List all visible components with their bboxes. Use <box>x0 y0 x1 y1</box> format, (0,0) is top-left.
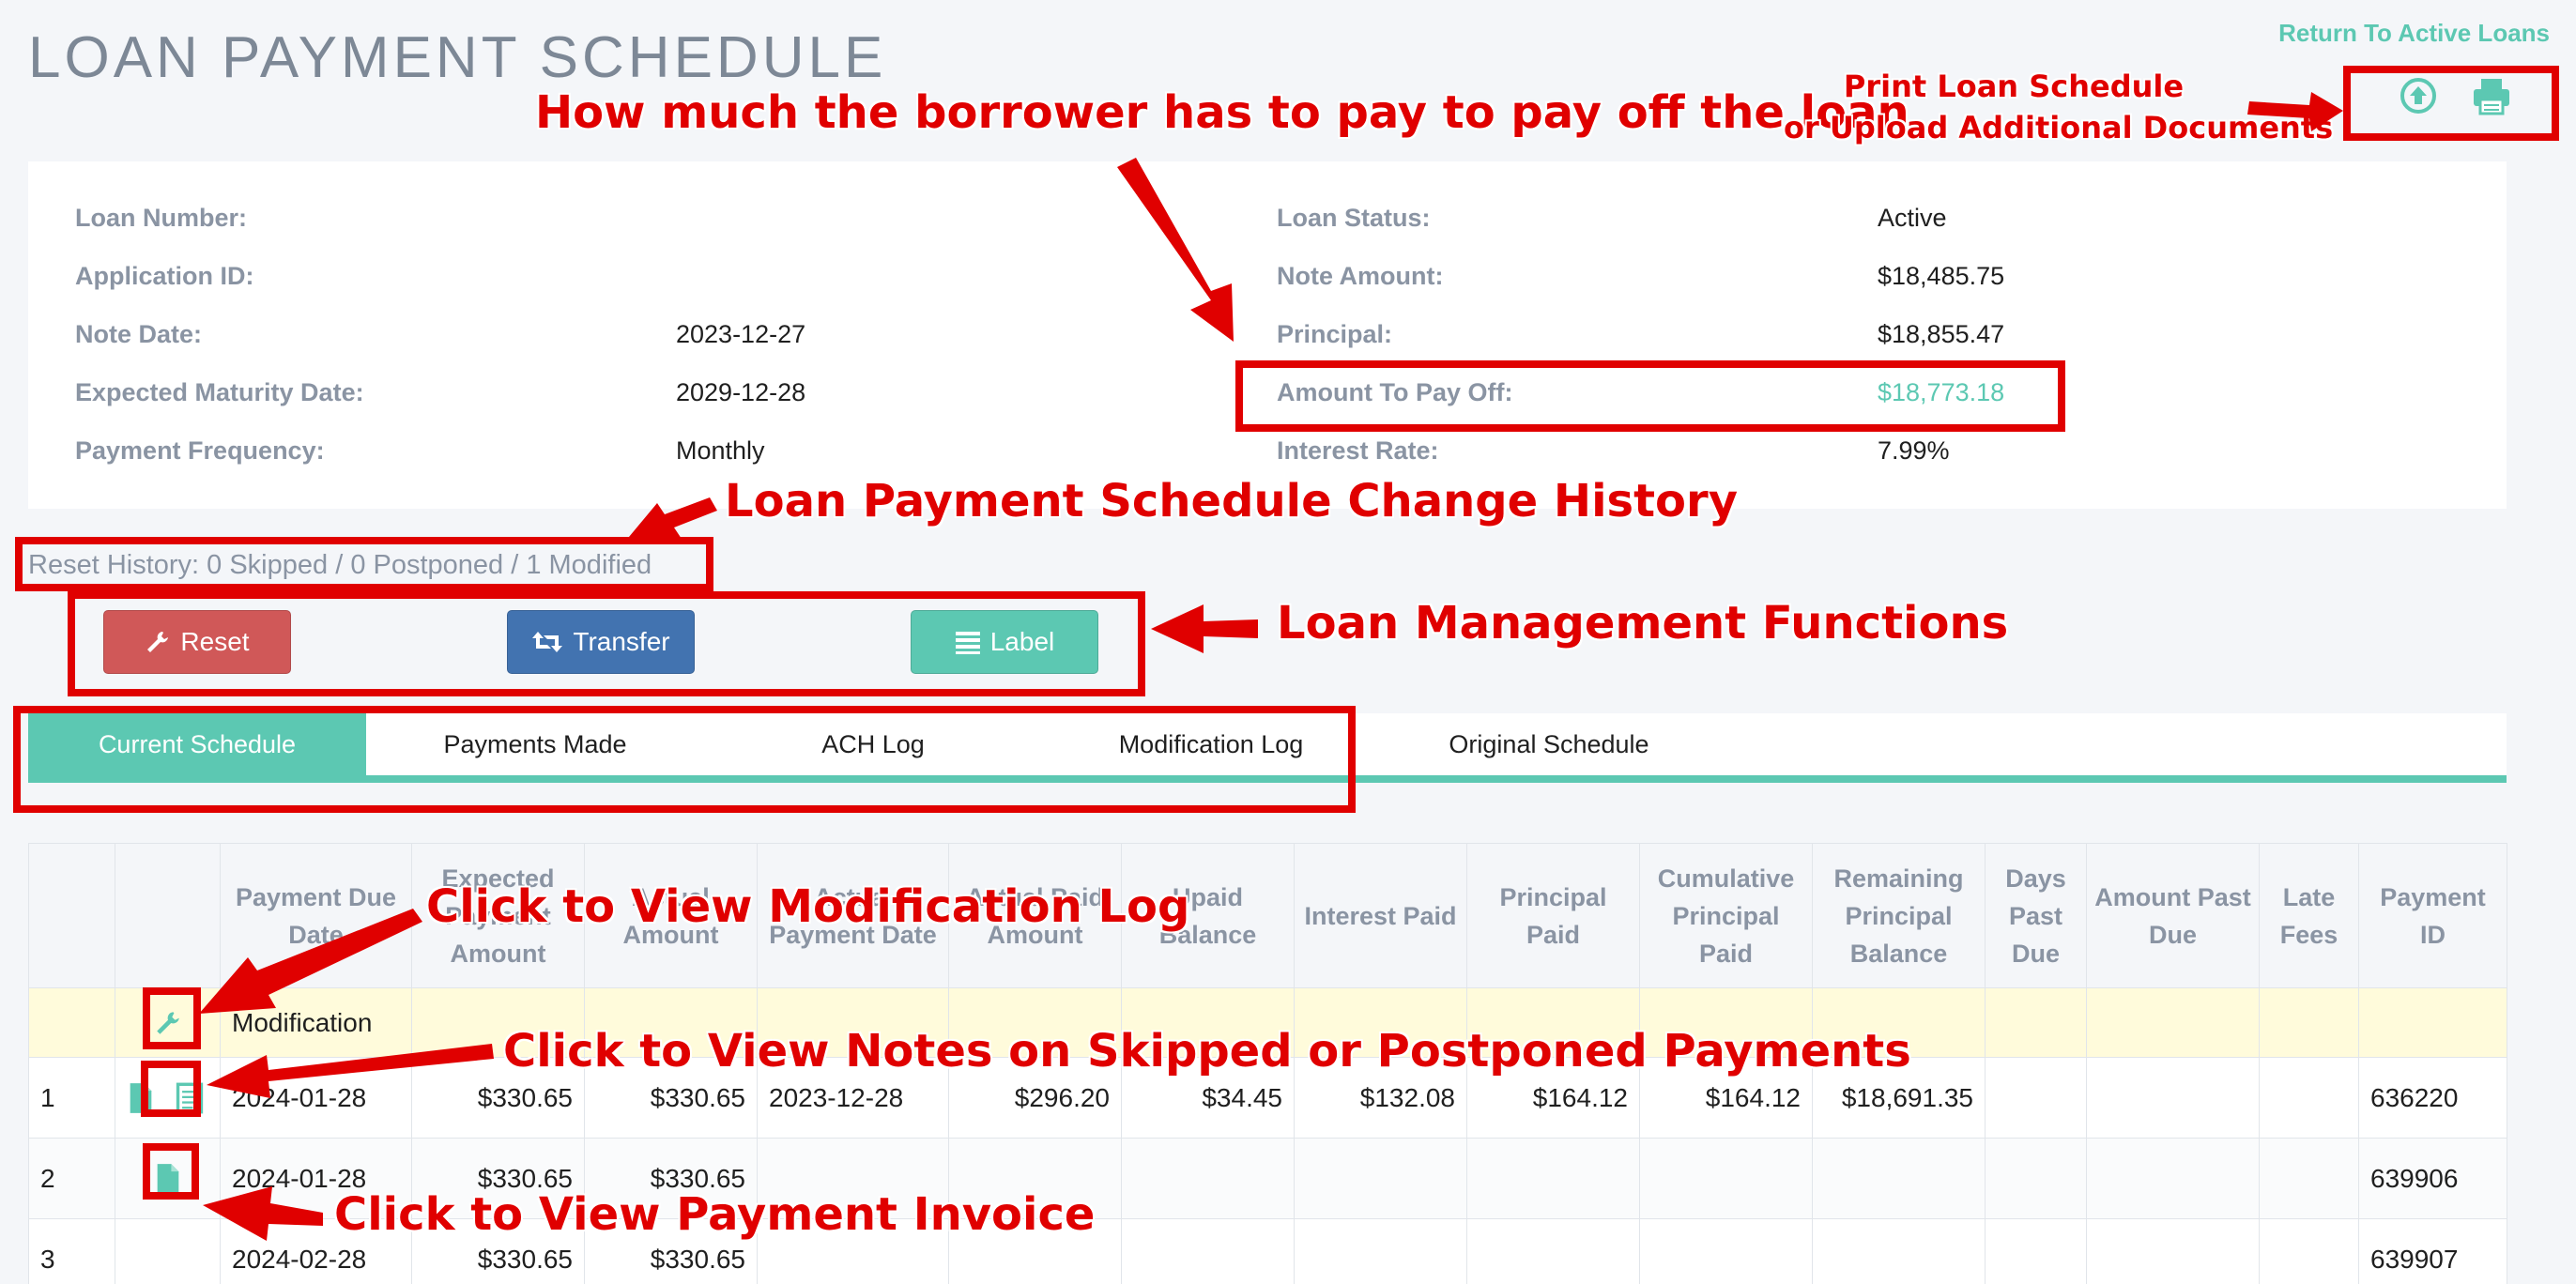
principal-paid <box>1466 1138 1640 1219</box>
schedule-tabs: Current Schedule Payments Made ACH Log M… <box>28 713 2507 783</box>
list-icon <box>955 632 980 654</box>
table-cell <box>115 1057 221 1139</box>
due-date: 2024-01-28 <box>220 1057 412 1139</box>
days-past-due <box>1985 1218 2087 1284</box>
notes-icon[interactable] <box>176 1082 204 1114</box>
document-actions <box>2354 73 2542 130</box>
col-header: Amount Past Due <box>2086 843 2260 988</box>
amount-past-due <box>2086 1057 2260 1139</box>
info-label: Interest Rate: <box>1277 436 1439 465</box>
info-label: Loan Status: <box>1277 204 1431 232</box>
amount-past-due <box>2086 1138 2260 1219</box>
info-value: Active <box>1878 204 1947 232</box>
info-value: Monthly <box>676 436 765 465</box>
document-icon[interactable] <box>127 1082 155 1114</box>
col-header: Cumulative Principal Paid <box>1639 843 1813 988</box>
interest-paid <box>1294 1218 1467 1284</box>
info-label: Note Amount: <box>1277 262 1444 290</box>
row-number: 3 <box>28 1218 115 1284</box>
arrow-management <box>1151 604 1258 653</box>
table-cell <box>115 987 221 1058</box>
table-cell <box>115 1138 221 1219</box>
annotation-mod-log: Click to View Modification Log <box>426 880 1190 933</box>
col-header: Interest Paid <box>1294 843 1467 988</box>
unpaid-balance <box>1121 1218 1295 1284</box>
transfer-button[interactable]: Transfer <box>507 610 695 674</box>
upload-circle-icon[interactable] <box>2396 73 2441 118</box>
info-value: 2029-12-28 <box>676 378 806 406</box>
payment-id: 639907 <box>2358 1218 2507 1284</box>
late-fees <box>2259 1057 2359 1139</box>
reset-button[interactable]: Reset <box>103 610 291 674</box>
row-number: 2 <box>28 1138 115 1219</box>
wrench-icon[interactable] <box>154 1007 182 1039</box>
label-button-label: Label <box>989 627 1055 656</box>
tab-original-schedule[interactable]: Original Schedule <box>1380 713 1718 775</box>
retweet-icon <box>532 632 563 652</box>
col-header: Days Past Due <box>1985 843 2087 988</box>
cumulative-principal <box>1639 1218 1813 1284</box>
late-fees <box>2259 1218 2359 1284</box>
label-button[interactable]: Label <box>911 610 1098 674</box>
table-cell <box>115 1218 221 1284</box>
info-value: $18,855.47 <box>1878 320 2005 348</box>
info-value: 7.99% <box>1878 436 1950 465</box>
payoff-amount: $18,773.18 <box>1878 378 2005 406</box>
return-to-active-loans-link[interactable]: Return To Active Loans <box>2278 19 2550 48</box>
col-header: Payment Due Date <box>220 843 412 988</box>
interest-paid <box>1294 1138 1467 1219</box>
col-header <box>28 843 115 988</box>
annotation-upload-line: or Upload Additional Documents <box>1784 110 2334 145</box>
annotation-print-line: Print Loan Schedule <box>1843 69 2185 104</box>
info-label: Principal: <box>1277 320 1393 348</box>
annotation-notes: Click to View Notes on Skipped or Postpo… <box>503 1025 1911 1078</box>
days-past-due <box>1985 1138 2087 1219</box>
row-number: 1 <box>28 1057 115 1139</box>
annotation-print-upload: Print Loan Schedule or Upload Additional… <box>1784 66 2334 148</box>
info-label: Application ID: <box>75 262 254 290</box>
table-header-row: Payment Due Date Expected Payment Amount… <box>28 843 2507 988</box>
annotation-invoice: Click to View Payment Invoice <box>334 1188 1096 1241</box>
remaining-principal <box>1812 1138 1986 1219</box>
col-header: Late Fees <box>2259 843 2359 988</box>
late-fees <box>2259 1138 2359 1219</box>
annotation-management: Loan Management Functions <box>1277 597 2009 650</box>
tab-current-schedule[interactable]: Current Schedule <box>28 713 366 775</box>
payment-id: 639906 <box>2358 1138 2507 1219</box>
reset-button-label: Reset <box>180 627 250 656</box>
col-header: Payment ID <box>2358 843 2507 988</box>
loan-info-panel: Loan Number: Application ID: Note Date: … <box>28 161 2507 509</box>
col-header: Principal Paid <box>1466 843 1640 988</box>
info-label: Loan Number: <box>75 204 248 232</box>
info-label: Amount To Pay Off: <box>1277 378 1513 406</box>
cumulative-principal <box>1639 1138 1813 1219</box>
info-label: Note Date: <box>75 320 203 348</box>
annotation-payoff: How much the borrower has to pay to pay … <box>535 86 1909 139</box>
table-cell <box>28 987 115 1058</box>
invoice-document-icon[interactable] <box>154 1163 182 1195</box>
principal-paid <box>1466 1218 1640 1284</box>
modification-label: Modification <box>220 987 412 1058</box>
tab-modification-log[interactable]: Modification Log <box>1042 713 1380 775</box>
info-value: 2023-12-27 <box>676 320 806 348</box>
info-label: Expected Maturity Date: <box>75 378 364 406</box>
remaining-principal <box>1812 1218 1986 1284</box>
transfer-button-label: Transfer <box>573 627 670 656</box>
tab-ach-log[interactable]: ACH Log <box>704 713 1042 775</box>
days-past-due <box>1985 1057 2087 1139</box>
loan-schedule-page: LOAN PAYMENT SCHEDULE Return To Active L… <box>0 0 2576 1284</box>
col-header: Remaining Principal Balance <box>1812 843 1986 988</box>
annotation-history: Loan Payment Schedule Change History <box>725 475 1738 527</box>
info-label: Payment Frequency: <box>75 436 325 465</box>
info-value: $18,485.75 <box>1878 262 2005 290</box>
unpaid-balance <box>1121 1138 1295 1219</box>
payment-id: 636220 <box>2358 1057 2507 1139</box>
amount-past-due <box>2086 1218 2260 1284</box>
wrench-icon <box>147 632 169 652</box>
tab-payments-made[interactable]: Payments Made <box>366 713 704 775</box>
printer-icon[interactable] <box>2469 73 2514 118</box>
page-title: LOAN PAYMENT SCHEDULE <box>28 25 887 90</box>
reset-history: Reset History: 0 Skipped / 0 Postponed /… <box>28 550 652 580</box>
col-header <box>115 843 221 988</box>
